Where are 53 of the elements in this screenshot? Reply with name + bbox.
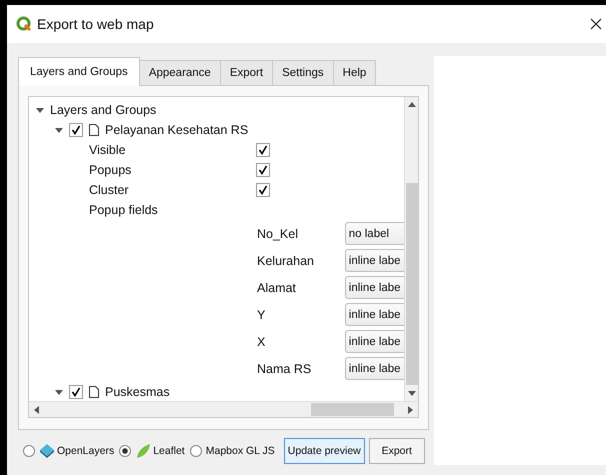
- tab[interactable]: Layers and Groups: [18, 57, 140, 86]
- checkbox[interactable]: [69, 385, 83, 399]
- radio-button[interactable]: [119, 444, 132, 456]
- tab[interactable]: Settings: [272, 60, 334, 85]
- checkbox[interactable]: [256, 163, 270, 177]
- field-name: No_Kel: [257, 226, 299, 240]
- tab[interactable]: Appearance: [138, 60, 221, 85]
- update-preview-button[interactable]: Update preview: [284, 438, 365, 464]
- label-dropdown[interactable]: inline labe: [344, 357, 404, 380]
- field-name: Y: [257, 308, 266, 322]
- export-button[interactable]: Export: [368, 438, 425, 464]
- tab[interactable]: Export: [220, 60, 274, 85]
- expand-arrow-icon[interactable]: [55, 126, 63, 134]
- radio-label[interactable]: Mapbox GL JS: [206, 444, 275, 456]
- option-label: Cluster: [89, 183, 130, 197]
- scroll-left-icon[interactable]: [33, 406, 41, 414]
- field-name: X: [257, 334, 266, 348]
- label-dropdown[interactable]: inline labe: [344, 276, 404, 299]
- app-logo-icon: [16, 16, 32, 32]
- checkbox[interactable]: [69, 123, 83, 137]
- label-dropdown[interactable]: inline labe: [344, 249, 404, 272]
- leaf-icon: [135, 442, 152, 458]
- checkbox[interactable]: [256, 143, 270, 157]
- option-label: Popup fields: [89, 203, 159, 217]
- tree-item[interactable]: Pelayanan Kesehatan RS: [105, 123, 248, 137]
- layers-icon: [39, 442, 55, 458]
- field-name: Kelurahan: [257, 254, 315, 268]
- radio-button[interactable]: [23, 444, 35, 456]
- radio-label[interactable]: OpenLayers: [57, 444, 114, 456]
- expand-arrow-icon[interactable]: [55, 388, 63, 396]
- tree-item[interactable]: Layers and Groups: [50, 103, 156, 117]
- label-dropdown[interactable]: no label: [344, 222, 404, 245]
- window-title: Export to web map: [37, 16, 154, 32]
- scroll-down-icon[interactable]: [408, 389, 416, 397]
- radio-button[interactable]: [190, 444, 202, 456]
- checkbox[interactable]: [256, 183, 270, 197]
- tree-item[interactable]: Puskesmas: [105, 385, 170, 399]
- scroll-right-icon[interactable]: [406, 406, 414, 414]
- document-icon: [89, 386, 99, 398]
- field-name: Alamat: [257, 280, 297, 294]
- horizontal-scrollbar[interactable]: [29, 401, 418, 417]
- expand-arrow-icon[interactable]: [36, 106, 44, 114]
- field-name: Nama RS: [257, 362, 312, 376]
- scroll-up-icon[interactable]: [408, 101, 416, 109]
- radio-label[interactable]: Leaflet: [153, 444, 185, 456]
- option-label: Visible: [89, 143, 127, 157]
- close-icon[interactable]: [590, 18, 602, 30]
- label-dropdown[interactable]: inline labe: [344, 303, 404, 326]
- label-dropdown[interactable]: inline labe: [344, 330, 404, 353]
- tab[interactable]: Help: [332, 60, 376, 85]
- vertical-scrollbar[interactable]: [404, 97, 418, 401]
- document-icon: [89, 124, 99, 136]
- option-label: Popups: [89, 163, 132, 177]
